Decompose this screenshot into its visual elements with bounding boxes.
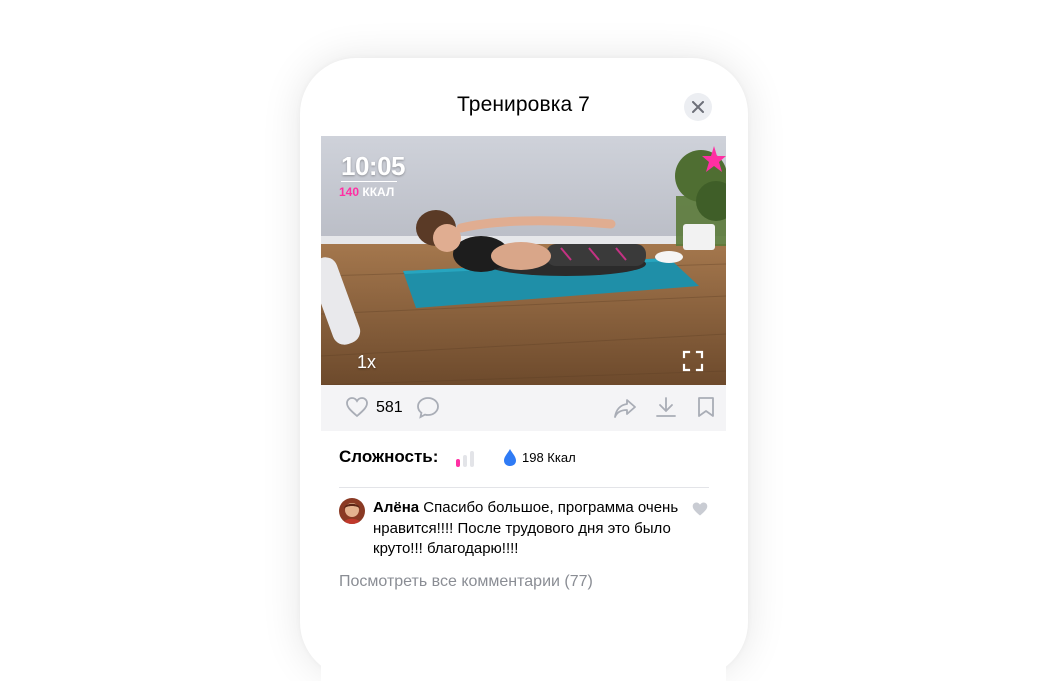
avatar-image [339, 498, 365, 524]
close-button[interactable] [684, 93, 712, 121]
difficulty-bar [456, 459, 460, 467]
difficulty-label: Сложность: [339, 447, 439, 466]
bookmark-icon [698, 397, 714, 417]
water-drop-icon [504, 449, 516, 466]
difficulty-bar [463, 455, 467, 467]
video-player[interactable]: 10:05 140 ККАЛ 1x [321, 136, 726, 385]
video-timer-rule [341, 181, 397, 182]
video-kcal-value: 140 [339, 185, 360, 199]
bookmark-button[interactable] [697, 396, 715, 423]
difficulty-bar [470, 451, 474, 467]
download-icon [656, 397, 676, 417]
share-button[interactable] [613, 397, 637, 424]
video-kcal: 140 ККАЛ [339, 185, 394, 199]
comment-button[interactable] [416, 396, 440, 425]
divider [339, 487, 709, 488]
comment-icon [417, 397, 439, 419]
video-kcal-unit: ККАЛ [362, 185, 395, 199]
heart-outline-icon [346, 397, 368, 418]
share-icon [614, 399, 636, 418]
fullscreen-icon [682, 350, 704, 372]
comment-author[interactable]: Алёна [373, 499, 419, 516]
comment-body: Спасибо большое, программа очень нравитс… [373, 499, 679, 557]
avatar[interactable] [339, 498, 365, 524]
page-title: Тренировка 7 [457, 93, 590, 116]
close-icon [692, 101, 704, 113]
comment: Алёна Спасибо большое, программа очень н… [373, 498, 683, 560]
like-count: 581 [376, 399, 403, 416]
workout-details: Сложность: 198 Ккал [339, 447, 719, 471]
action-bar: 581 [321, 385, 726, 431]
like-button[interactable] [345, 396, 369, 423]
heart-filled-icon [692, 502, 708, 516]
calories-value: 198 Ккал [522, 450, 576, 465]
view-all-comments-link[interactable]: Посмотреть все комментарии (77) [339, 573, 593, 591]
phone-frame: Тренировка 7 10:05 140 ККАЛ 1x 581 Сложн… [300, 58, 748, 681]
comment-like-button[interactable] [691, 501, 709, 522]
difficulty-bars [456, 451, 476, 467]
video-timer: 10:05 [341, 151, 406, 181]
fullscreen-button[interactable] [682, 350, 704, 372]
download-button[interactable] [655, 396, 677, 423]
workout-modal: Тренировка 7 10:05 140 ККАЛ 1x 581 Сложн… [321, 81, 726, 681]
playback-speed-button[interactable]: 1x [357, 352, 376, 373]
modal-header: Тренировка 7 [321, 81, 726, 136]
